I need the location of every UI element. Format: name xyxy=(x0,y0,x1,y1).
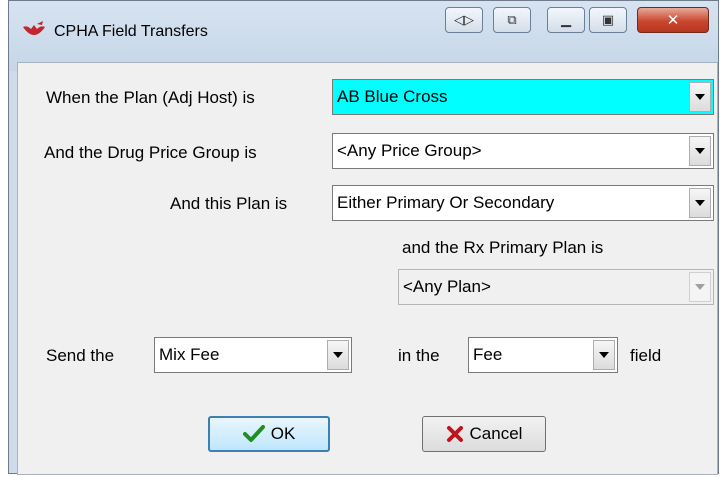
send-label: Send the xyxy=(46,346,115,365)
plan-dropdown-arrow[interactable] xyxy=(689,82,711,112)
plan-type-dropdown[interactable]: Either Primary Or Secondary xyxy=(332,185,714,221)
rx-primary-value: <Any Plan> xyxy=(403,277,491,296)
source-field-value: Mix Fee xyxy=(159,345,220,364)
resize-icon: ◁▷ xyxy=(454,12,474,27)
chevron-down-icon xyxy=(695,284,705,290)
price-group-label: And the Drug Price Group is xyxy=(44,143,257,162)
restore-icon: ⧉ xyxy=(507,12,517,27)
chevron-down-icon xyxy=(695,200,705,206)
chevron-down-icon xyxy=(599,352,609,358)
target-field-dropdown[interactable]: Fee xyxy=(468,337,618,373)
chevron-down-icon xyxy=(333,352,343,358)
plan-type-label: And this Plan is xyxy=(170,194,288,213)
title-bar[interactable]: CPHA Field Transfers ◁▷ ⧉ ▁ ▣ ✕ xyxy=(9,1,718,71)
maximize-button[interactable]: ▣ xyxy=(589,7,627,33)
checkmark-icon xyxy=(242,425,265,442)
cancel-x-icon xyxy=(446,426,463,442)
minimize-icon: ▁ xyxy=(561,12,571,27)
maximize-icon: ▣ xyxy=(601,12,615,27)
close-icon: ✕ xyxy=(666,12,680,29)
chevron-down-icon xyxy=(695,148,705,154)
app-icon xyxy=(23,21,45,35)
source-field-dropdown[interactable]: Mix Fee xyxy=(154,337,352,373)
price-group-dropdown-arrow[interactable] xyxy=(689,136,711,166)
dialog-window: CPHA Field Transfers ◁▷ ⧉ ▁ ▣ ✕ When the… xyxy=(8,0,719,475)
plan-value: AB Blue Cross xyxy=(337,87,448,106)
rx-primary-dropdown-arrow[interactable] xyxy=(689,272,711,302)
rx-primary-label: and the Rx Primary Plan is xyxy=(402,238,604,257)
source-field-dropdown-arrow[interactable] xyxy=(327,340,349,370)
target-field-value: Fee xyxy=(473,345,503,364)
field-label: field xyxy=(630,346,662,365)
dialog-body: When the Plan (Adj Host) is AB Blue Cros… xyxy=(17,62,718,475)
minimize-button[interactable]: ▁ xyxy=(547,7,585,33)
window-title: CPHA Field Transfers xyxy=(54,23,208,40)
restore-window-button[interactable]: ⧉ xyxy=(493,7,531,33)
plan-label: When the Plan (Adj Host) is xyxy=(46,88,255,107)
price-group-dropdown[interactable]: <Any Price Group> xyxy=(332,133,714,169)
cancel-button-label: Cancel xyxy=(469,424,523,443)
plan-dropdown[interactable]: AB Blue Cross xyxy=(332,79,714,115)
chevron-down-icon xyxy=(695,94,705,100)
cancel-button[interactable]: Cancel xyxy=(422,416,546,452)
ok-button-label: OK xyxy=(270,424,296,443)
rx-primary-dropdown[interactable]: <Any Plan> xyxy=(398,269,714,305)
resize-button[interactable]: ◁▷ xyxy=(445,7,483,33)
price-group-value: <Any Price Group> xyxy=(337,141,482,160)
close-button[interactable]: ✕ xyxy=(637,7,709,33)
ok-button[interactable]: OK xyxy=(208,416,330,452)
in-the-label: in the xyxy=(398,346,440,365)
target-field-dropdown-arrow[interactable] xyxy=(593,340,615,370)
plan-type-value: Either Primary Or Secondary xyxy=(337,193,555,212)
plan-type-dropdown-arrow[interactable] xyxy=(689,188,711,218)
